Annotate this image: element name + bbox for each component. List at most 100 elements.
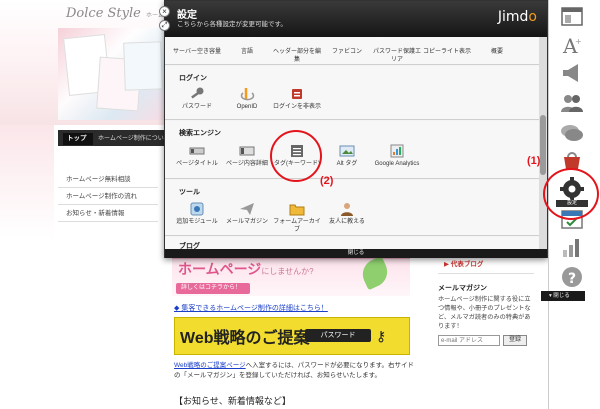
- chat-icon[interactable]: [559, 120, 585, 146]
- svg-text:?: ?: [568, 271, 576, 287]
- item-label: 友人に教える: [329, 219, 365, 225]
- item-hide-login[interactable]: ログインを非表示: [271, 86, 323, 112]
- item-overview[interactable]: 概要: [471, 47, 523, 57]
- item-label: サーバー空き容量: [173, 49, 221, 55]
- sidebar-close-label: 閉じる: [553, 293, 570, 299]
- item-favicon[interactable]: ファビコン: [321, 47, 373, 57]
- close-icon[interactable]: ×: [159, 6, 170, 17]
- item-label: ヘッダー部分を編集: [272, 49, 321, 63]
- item-password-area[interactable]: パスワード保護エリア: [371, 47, 423, 64]
- folder-icon: [289, 201, 305, 217]
- friend-icon: [339, 201, 355, 217]
- banner-heading-main: ホームページ: [178, 261, 262, 277]
- page-description-icon: [239, 143, 255, 159]
- site-logo[interactable]: Dolce Style: [66, 6, 141, 21]
- openid-icon: [239, 86, 255, 102]
- analytics-icon: [389, 143, 405, 159]
- item-header-edit[interactable]: ヘッダー部分を編集: [271, 47, 323, 64]
- mail-magazine-title: メールマガジン: [438, 285, 487, 292]
- jimdo-logo: Jimdo: [497, 9, 537, 25]
- item-label: ページ内容詳細: [226, 161, 268, 167]
- register-button[interactable]: 登録: [503, 335, 527, 346]
- item-label: メールマガジン: [225, 219, 268, 225]
- section-search-engine: 検索エンジン ページタイトル ページ内容詳細 タグ(キーワード) Alt タグ: [165, 121, 539, 179]
- key-icon: ⚷: [376, 328, 387, 344]
- side-link-flow[interactable]: ホームページ制作の流れ: [58, 188, 158, 205]
- item-label: Google Analytics: [374, 161, 420, 167]
- section-title: ブログ: [179, 243, 200, 249]
- key-icon: [189, 86, 205, 102]
- section-tools: ツール 追加モジュール メールマガジン フォームアーカイブ 友人に教える: [165, 180, 539, 236]
- item-page-title[interactable]: ページタイトル: [171, 143, 223, 169]
- item-label: 追加モジュール: [176, 219, 218, 225]
- item-label: コピーライト表示: [422, 49, 471, 55]
- section-title: ログイン: [179, 75, 207, 82]
- item-label: OpenID: [236, 104, 258, 110]
- stats-icon[interactable]: [559, 234, 585, 260]
- item-label: Alt タグ: [336, 161, 358, 167]
- right-column: ▶ 代表ブログ メールマガジン ホームページ制作に関する役に立つ情報や、小冊子の…: [438, 258, 534, 346]
- layout-icon[interactable]: [559, 4, 585, 30]
- banner-details-button[interactable]: 詳しくはコチラから！: [176, 283, 250, 294]
- banner-heading: ホームページにしませんか?: [178, 259, 314, 279]
- scrollbar-thumb[interactable]: [540, 115, 546, 175]
- mail-magazine-text: ホームページ制作に関する役に立つ情報や、小冊子のプレゼントなど、メルマガ読者のみ…: [438, 296, 531, 330]
- panel-body: サーバー空き容量 言語 ヘッダー部分を編集 ファビコン パスワード保護エリア コ…: [165, 37, 539, 249]
- megaphone-icon[interactable]: [559, 60, 585, 86]
- password-note: Web戦略のご提案ページへ入室するには、パスワードが必要になります。右サイドの「…: [174, 361, 418, 381]
- nav-item-about[interactable]: ホームページ制作について: [98, 133, 164, 145]
- item-tell-friend[interactable]: 友人に教える: [321, 201, 373, 227]
- callout-circle-tags: [270, 130, 322, 182]
- module-icon: [189, 201, 205, 217]
- item-password[interactable]: パスワード: [171, 86, 223, 112]
- item-mail-magazine[interactable]: メールマガジン: [221, 201, 273, 227]
- decorative-stripe: [0, 125, 54, 409]
- blog-link[interactable]: ▶ 代表ブログ: [438, 258, 534, 274]
- alt-tag-icon: [339, 143, 355, 159]
- strategy-page-link[interactable]: Web戦略のご提案ページ: [174, 362, 246, 369]
- item-label: 概要: [490, 49, 503, 55]
- side-menu: ホームページ無料相談 ホームページ制作の流れ お知らせ・新着情報: [58, 171, 158, 222]
- item-label: 言語: [240, 49, 253, 55]
- users-icon[interactable]: [559, 90, 585, 116]
- callout-label-2: (2): [320, 175, 334, 187]
- section-title: ツール: [179, 189, 200, 196]
- item-form-archive[interactable]: フォームアーカイブ: [271, 201, 323, 234]
- side-link-consult[interactable]: ホームページ無料相談: [58, 171, 158, 188]
- item-server-space[interactable]: サーバー空き容量: [171, 47, 223, 57]
- item-label: ページタイトル: [176, 161, 218, 167]
- side-link-news[interactable]: お知らせ・新着情報: [58, 205, 158, 222]
- item-page-description[interactable]: ページ内容詳細: [221, 143, 273, 169]
- subscribe-row: 登録: [438, 335, 534, 346]
- news-heading: 【お知らせ、新着情報など】: [174, 396, 291, 406]
- font-icon[interactable]: A +: [559, 32, 585, 58]
- password-badge: パスワード: [305, 329, 371, 342]
- email-field[interactable]: [438, 335, 500, 346]
- promo-link[interactable]: ◆ 集客できるホームページ制作の詳細はこちら！: [174, 303, 328, 313]
- blog-link-label: 代表ブログ: [450, 261, 484, 268]
- callout-circle-settings: [543, 168, 599, 220]
- web-strategy-heading: Web戦略のご提案: [180, 330, 310, 347]
- sidebar-close-button[interactable]: ▾ 閉じる: [541, 291, 585, 301]
- callout-label-1: (1): [527, 155, 541, 167]
- svg-text:+: +: [575, 37, 582, 46]
- item-add-module[interactable]: 追加モジュール: [171, 201, 223, 227]
- panel-scrollbar[interactable]: [539, 37, 547, 249]
- nav-item-home[interactable]: トップ: [63, 133, 93, 145]
- item-language[interactable]: 言語: [221, 47, 273, 57]
- settings-panel: 設定 こちらから各種設定が変更可能です。 Jimdo × ⤢ サーバー空き容量 …: [159, 0, 548, 258]
- hero-mockup: [123, 41, 163, 91]
- item-google-analytics[interactable]: Google Analytics: [371, 143, 423, 169]
- banner-heading-small: にしませんか?: [261, 267, 314, 276]
- item-label: ファビコン: [331, 49, 362, 55]
- section-general: サーバー空き容量 言語 ヘッダー部分を編集 ファビコン パスワード保護エリア コ…: [165, 37, 539, 65]
- section-login: ログイン パスワード OpenID ログインを非表示: [165, 66, 539, 120]
- panel-close-bar[interactable]: 閉じる: [165, 249, 547, 258]
- item-alt-tag[interactable]: Alt タグ: [321, 143, 373, 169]
- item-label: フォームアーカイブ: [273, 219, 321, 233]
- item-openid[interactable]: OpenID: [221, 86, 273, 112]
- resize-icon[interactable]: ⤢: [159, 20, 170, 31]
- help-icon[interactable]: ?: [559, 264, 585, 290]
- section-title: 検索エンジン: [179, 130, 221, 137]
- item-copyright[interactable]: コピーライト表示: [421, 47, 473, 57]
